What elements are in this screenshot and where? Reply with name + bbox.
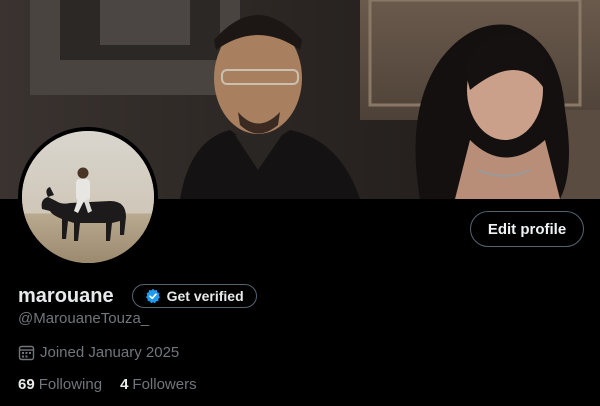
followers-count: 4 xyxy=(120,376,129,393)
following-link[interactable]: 69 Following xyxy=(18,376,102,393)
followers-link[interactable]: 4 Followers xyxy=(120,376,197,393)
verified-badge-icon xyxy=(145,288,161,304)
following-count: 69 xyxy=(18,376,35,393)
profile-handle: @MarouaneTouza_ xyxy=(18,310,150,327)
following-label: Following xyxy=(38,376,103,393)
edit-profile-button[interactable]: Edit profile xyxy=(470,211,584,247)
display-name: marouane xyxy=(18,284,114,307)
calendar-icon xyxy=(18,344,35,361)
get-verified-button[interactable]: Get verified xyxy=(131,284,257,308)
followers-label: Followers xyxy=(132,376,197,393)
name-row: marouane Get verified xyxy=(18,284,257,308)
avatar-photo xyxy=(22,131,154,263)
profile-avatar[interactable] xyxy=(18,127,158,267)
follow-stats: 69 Following 4 Followers xyxy=(18,376,215,393)
joined-label: Joined January 2025 xyxy=(40,344,180,361)
joined-date: Joined January 2025 xyxy=(18,344,179,361)
get-verified-label: Get verified xyxy=(166,288,244,304)
